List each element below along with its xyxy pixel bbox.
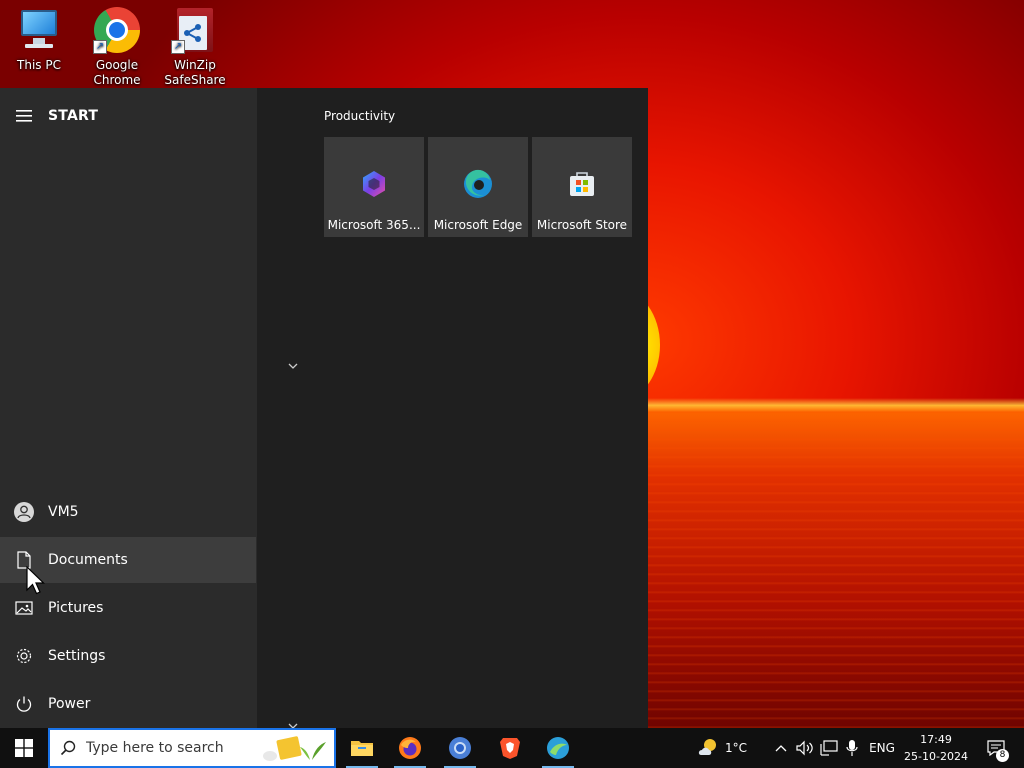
wallpaper-horizon: [600, 398, 1024, 412]
chrome-icon: [449, 737, 471, 759]
notification-center-button[interactable]: 8: [980, 728, 1012, 768]
shortcut-arrow-icon: ↗: [171, 40, 185, 54]
desktop-icon-this-pc[interactable]: This PC: [2, 6, 76, 73]
start-menu: START VM5 Documents Pictures Settings Po…: [0, 88, 648, 729]
taskbar-firefox[interactable]: [386, 728, 434, 768]
search-icon: [50, 740, 86, 756]
desktop-icon-label: This PC: [17, 58, 61, 72]
power-icon: [0, 695, 48, 713]
clock-time: 17:49: [920, 733, 952, 746]
chrome-icon: ↗: [93, 6, 141, 54]
weather-cloud-moon-icon: [698, 739, 716, 755]
tile-microsoft-store[interactable]: Microsoft Store: [532, 137, 632, 237]
user-icon: [0, 501, 48, 523]
start-item-label: Pictures: [48, 600, 104, 616]
pictures-icon: [0, 600, 48, 616]
windows-logo-icon: [15, 739, 33, 757]
expand-chevron-down-icon[interactable]: [286, 356, 300, 375]
taskbar-clock[interactable]: 17:49 25-10-2024: [900, 731, 972, 765]
start-button[interactable]: [0, 728, 48, 768]
tile-group-title: Productivity: [324, 109, 396, 123]
weather-temperature: 1°C: [724, 741, 747, 755]
this-pc-icon: [15, 6, 63, 54]
desktop-icon-label: WinZip: [174, 58, 216, 72]
start-item-power[interactable]: Power: [0, 681, 256, 727]
winzip-safeshare-icon: ↗: [171, 6, 219, 54]
tile-label: Microsoft Store: [536, 218, 628, 232]
store-icon: [566, 168, 598, 200]
edge-icon: [462, 168, 494, 200]
gear-icon: [0, 647, 48, 665]
tile-label: Microsoft 365...: [327, 218, 421, 232]
start-item-label: Documents: [48, 552, 128, 568]
taskbar-app[interactable]: [534, 728, 582, 768]
taskbar-chrome[interactable]: [436, 728, 484, 768]
file-explorer-icon: [351, 741, 373, 756]
tile-microsoft-365[interactable]: Microsoft 365...: [324, 137, 424, 237]
start-item-label: Power: [48, 696, 91, 712]
tile-label: Microsoft Edge: [433, 218, 523, 232]
app-icon: [547, 737, 569, 759]
start-header[interactable]: START: [0, 100, 257, 132]
tile-microsoft-edge[interactable]: Microsoft Edge: [428, 137, 528, 237]
brave-icon: [500, 738, 520, 759]
desktop-icon-winzip-safeshare[interactable]: ↗ WinZip SafeShare: [158, 6, 232, 88]
weather-widget[interactable]: 1°C: [692, 728, 752, 768]
start-title: START: [48, 108, 99, 124]
start-item-user[interactable]: VM5: [0, 489, 256, 535]
search-input[interactable]: [86, 740, 256, 756]
network-icon[interactable]: [818, 728, 840, 768]
clock-date: 25-10-2024: [904, 750, 968, 763]
start-item-label: VM5: [48, 504, 79, 520]
mouse-cursor-icon: [26, 565, 46, 600]
firefox-icon: [399, 737, 421, 759]
shortcut-arrow-icon: ↗: [93, 40, 107, 54]
microphone-icon[interactable]: [842, 728, 862, 768]
taskbar-search-box[interactable]: [48, 728, 336, 768]
taskbar: 1°C ENG 17:49 25-10-2024 8: [0, 728, 1024, 768]
hamburger-menu-icon[interactable]: [0, 110, 48, 122]
start-menu-left-pane: START VM5 Documents Pictures Settings Po…: [0, 88, 257, 728]
desktop-icon-label: Chrome: [93, 73, 141, 87]
taskbar-file-explorer[interactable]: [338, 728, 386, 768]
language-indicator[interactable]: ENG: [866, 728, 898, 768]
microsoft-365-icon: [358, 168, 390, 200]
desktop-icon-google-chrome[interactable]: ↗ Google Chrome: [80, 6, 154, 88]
start-item-settings[interactable]: Settings: [0, 633, 256, 679]
tray-chevron-up-icon[interactable]: [772, 728, 790, 768]
desktop-icon-label: Google: [95, 58, 139, 72]
search-highlight-icon: [260, 734, 330, 764]
taskbar-brave[interactable]: [486, 728, 534, 768]
notification-badge: 8: [996, 749, 1009, 762]
start-item-label: Settings: [48, 648, 106, 664]
volume-icon[interactable]: [794, 728, 816, 768]
desktop-icon-label: SafeShare: [164, 73, 226, 87]
